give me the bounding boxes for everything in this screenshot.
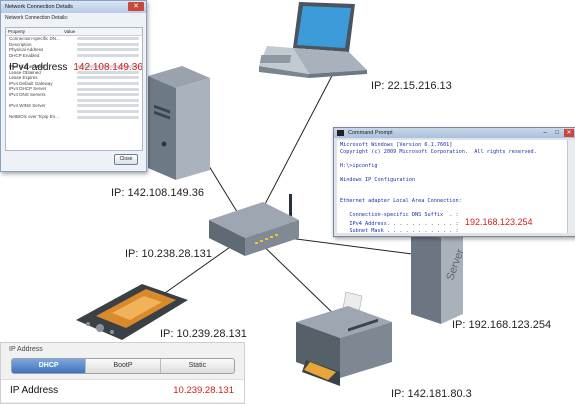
cmd-line <box>340 205 564 212</box>
cmd-line: Microsoft Windows [Version 6.1.7601] <box>340 142 453 148</box>
ipv4-value: 142.108.149.36 <box>73 62 143 73</box>
cmd-line <box>340 170 564 177</box>
cmd-line: Windows IP Configuration <box>340 177 415 183</box>
cmd-title: Command Prompt <box>348 130 393 136</box>
cmd-line <box>340 191 564 198</box>
server-ip-label: IP: 192.168.123.254 <box>452 319 552 331</box>
ip-address-row[interactable]: IP Address 10.239.28.131 <box>1 379 244 402</box>
blurred-value <box>77 48 139 52</box>
blurred-value <box>77 76 139 80</box>
desktop-ip-label: IP: 142.108.149.36 <box>111 187 204 199</box>
blurred-value <box>77 110 139 114</box>
cmd-line: Copyright (c) 2009 Microsoft Corporation… <box>340 149 537 155</box>
property-name: IPv4 DNS Servers <box>9 91 46 97</box>
cmd-ipv4-line: IPv4 Address. . . . . . . . . . . : 192.… <box>340 217 564 228</box>
blurred-value <box>77 42 139 46</box>
details-table: Property Value Connection-specific DN...… <box>5 27 143 151</box>
laptop-icon <box>259 2 367 78</box>
network-connection-details-dialog: Network Connection Details ✕ Network Con… <box>0 0 147 172</box>
blurred-value <box>77 115 139 119</box>
pda-ip-label: IP: 10.239.28.131 <box>160 328 247 340</box>
col-property: Property <box>8 29 26 34</box>
panel-title: IP Address <box>9 346 43 353</box>
cmd-line: H:\>ipconfig <box>340 163 378 169</box>
ipv4-callout: IPv4 address 142.108.149.36 <box>9 62 143 73</box>
maximize-icon[interactable]: □ <box>552 129 562 137</box>
close-icon[interactable]: ✕ <box>564 129 574 137</box>
blurred-value <box>77 104 139 108</box>
ip-address-label: IP Address <box>10 385 59 396</box>
dialog-subtitle: Network Connection Details: <box>5 15 69 21</box>
printer-ip-label: IP: 142.181.80.3 <box>391 388 472 400</box>
router-icon <box>209 194 299 256</box>
blurred-value <box>77 98 139 102</box>
cmd-ipv4-value: 192.168.123.254 <box>464 217 533 227</box>
cmd-line: IPv4 Address. . . . . . . . . . . : <box>340 221 465 227</box>
blurred-value <box>77 37 139 41</box>
laptop-ip-label: IP: 22.15.216.13 <box>371 80 452 92</box>
property-name: IPv4 WINS Server <box>9 103 46 109</box>
cmd-title-bar: Command Prompt – □ ✕ <box>334 128 575 138</box>
tab-static[interactable]: Static <box>159 359 234 373</box>
minimize-icon[interactable]: – <box>540 129 550 137</box>
cmd-output[interactable]: Microsoft Windows [Version 6.1.7601] Copy… <box>337 140 567 233</box>
command-prompt-window: Command Prompt – □ ✕ Microsoft Windows [… <box>333 127 575 237</box>
dialog-title-text: Network Connection Details <box>5 4 73 10</box>
printer-icon <box>296 292 392 386</box>
router-ip-label: IP: 10.238.28.131 <box>125 248 212 260</box>
cmd-scrollbar[interactable] <box>567 140 575 233</box>
table-row: NetBIOS over Tcpip En... <box>6 114 142 120</box>
col-value: Value <box>64 29 76 34</box>
ip-address-settings-panel: IP Address DHCP BootP Static IP Address … <box>0 342 245 404</box>
blurred-value <box>77 87 139 91</box>
cmd-icon <box>337 130 344 136</box>
cmd-line: Ethernet adapter Local Area Connection: <box>340 198 462 204</box>
ip-address-value: 10.239.28.131 <box>173 385 234 396</box>
cmd-line <box>340 184 564 191</box>
cmd-line: Subnet Mask . . . . . . . . . . . : <box>340 228 459 233</box>
ipv4-label: IPv4 address <box>9 62 68 73</box>
tab-bootp[interactable]: BootP <box>85 359 159 373</box>
blurred-value <box>77 54 139 58</box>
blurred-value <box>77 93 139 97</box>
property-name: NetBIOS over Tcpip En... <box>9 114 59 120</box>
close-icon[interactable]: ✕ <box>128 2 144 11</box>
blurred-value <box>77 82 139 86</box>
property-name: DHCP Enabled <box>9 52 40 58</box>
dialog-title: Network Connection Details ✕ <box>1 1 146 13</box>
tab-dhcp[interactable]: DHCP <box>12 359 86 373</box>
table-rows: Connection-specific DN... Description Phys… <box>6 36 142 120</box>
cmd-line <box>340 156 564 163</box>
close-button[interactable]: Close <box>114 154 138 165</box>
ip-mode-segmented-control[interactable]: DHCP BootP Static <box>11 358 235 374</box>
table-header: Property Value <box>6 28 142 36</box>
